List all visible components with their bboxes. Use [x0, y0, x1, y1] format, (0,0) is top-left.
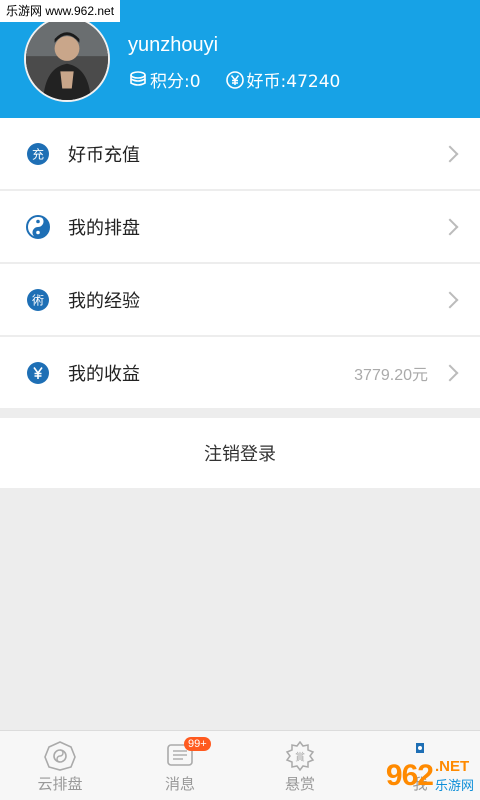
coins-stat: 好币:47240 — [225, 67, 341, 92]
menu-label: 我的排盘 — [68, 217, 140, 239]
menu-item-experience[interactable]: 術 我的经验 — [0, 264, 480, 335]
watermark-brand: 962 .NET 乐游网 — [386, 758, 474, 794]
watermark-cn: 乐游网 — [434, 779, 474, 794]
reward-icon: 賞 — [285, 741, 315, 771]
chevron-right-icon — [441, 364, 459, 381]
logout-button[interactable]: 注销登录 — [0, 418, 480, 488]
menu-item-recharge[interactable]: 充 好币充值 — [0, 118, 480, 189]
avatar-photo — [26, 18, 108, 100]
tab-reward[interactable]: 賞 悬赏 — [240, 731, 360, 800]
bagua-icon — [44, 741, 76, 771]
skill-icon: 術 — [27, 288, 49, 311]
chevron-right-icon — [441, 145, 459, 162]
user-stats: 积分:0 好币:47240 — [128, 67, 364, 92]
svg-text:術: 術 — [32, 293, 44, 307]
earnings-value: 3779.20元 — [354, 366, 428, 384]
yuan-icon — [27, 361, 49, 384]
menu-label: 我的经验 — [68, 290, 140, 312]
coins-stack-icon — [130, 70, 146, 86]
username: yunzhouyi — [128, 34, 219, 56]
profile-menu: 充 好币充值 我的排盘 術 我的经验 我的收益 3779.20元 — [0, 118, 480, 410]
menu-item-my-charts[interactable]: 我的排盘 — [0, 191, 480, 262]
taiji-icon — [26, 214, 50, 239]
message-badge: 99+ — [184, 737, 211, 751]
menu-label: 好币充值 — [68, 144, 140, 166]
tab-messages[interactable]: 99+ 消息 — [120, 731, 240, 800]
tab-cloud-chart[interactable]: 云排盘 — [0, 731, 120, 800]
tab-label: 悬赏 — [284, 775, 315, 793]
avatar[interactable] — [24, 16, 110, 102]
watermark-net: .NET — [434, 758, 470, 775]
points-label: 积分:0 — [150, 72, 201, 92]
chevron-right-icon — [441, 291, 459, 308]
recharge-icon: 充 — [27, 142, 49, 165]
svg-text:充: 充 — [32, 146, 44, 161]
svg-text:賞: 賞 — [295, 751, 305, 764]
watermark-site: 乐游网 www.962.net — [0, 0, 121, 22]
points-stat: 积分:0 — [128, 67, 201, 92]
menu-item-earnings[interactable]: 我的收益 3779.20元 — [0, 337, 480, 408]
tab-label: 消息 — [164, 775, 195, 793]
watermark-number: 962 — [385, 759, 434, 792]
chevron-right-icon — [441, 218, 459, 235]
coins-label: 好币:47240 — [246, 72, 341, 92]
yen-coin-icon — [225, 70, 244, 89]
menu-label: 我的收益 — [68, 363, 140, 385]
tab-label: 云排盘 — [37, 775, 83, 793]
